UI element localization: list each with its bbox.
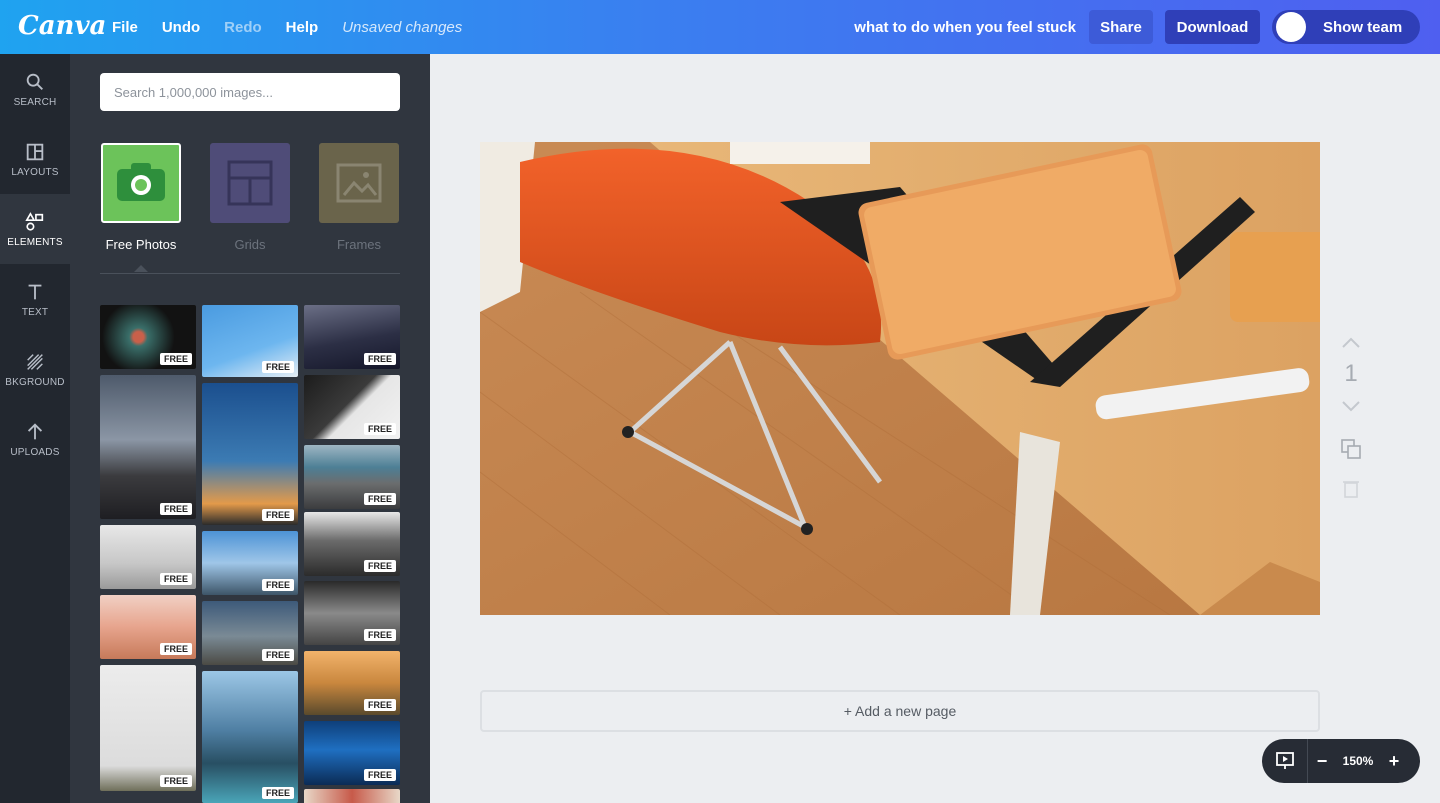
category-label: Grids [234,237,266,252]
photo-thumbnail[interactable]: FREE [100,665,196,791]
rail-item-elements[interactable]: ELEMENTS [0,194,70,264]
duplicate-page-icon[interactable] [1340,438,1362,460]
free-badge: FREE [363,699,396,711]
redo-button[interactable]: Redo [224,19,262,36]
zoom-out-button[interactable]: − [1308,751,1336,772]
uploads-icon [27,422,43,439]
canva-logo[interactable]: Canva [18,11,106,41]
move-down-icon[interactable] [1340,400,1362,414]
save-status: Unsaved changes [342,18,463,36]
free-badge: FREE [261,649,294,661]
share-button[interactable]: Share [1089,10,1153,44]
rail-item-uploads[interactable]: UPLOADS [0,404,70,474]
photo-thumbnail[interactable]: FREE [304,375,400,439]
photo-thumbnail[interactable]: FREE [100,525,196,589]
add-new-page-button[interactable]: + Add a new page [480,690,1320,732]
background-icon [27,353,43,370]
top-bar: Canva File Undo Redo Help Unsaved change… [0,0,1440,54]
free-badge: FREE [363,629,396,641]
layouts-icon [26,143,44,160]
free-badge: FREE [363,769,396,781]
category-label: Free Photos [105,237,177,252]
text-icon [28,284,42,299]
photo-thumbnail[interactable]: FREE [100,375,196,519]
photo-thumbnail[interactable]: FREE [202,601,298,665]
zoom-level[interactable]: 150% [1336,754,1380,768]
elements-panel: Free Photos Grids Frames FREE FREE FREE … [70,54,430,803]
active-category-indicator [100,265,182,274]
rail-item-search[interactable]: SEARCH [0,54,70,124]
photo-thumbnail[interactable]: FREE [202,383,298,525]
rail-label-elements: ELEMENTS [7,236,63,248]
image-search-input[interactable] [100,73,400,111]
photo-thumbnail[interactable]: FREE [202,671,298,803]
present-icon [1275,752,1294,769]
photo-thumbnail[interactable]: FREE [304,305,400,369]
free-photos-tile [101,143,181,223]
rail-item-text[interactable]: TEXT [0,264,70,334]
free-badge: FREE [261,579,294,591]
grids-tile [210,143,290,223]
free-badge: FREE [261,361,294,373]
category-free-photos[interactable]: Free Photos [100,143,182,252]
free-badge: FREE [363,423,396,435]
rail-label-uploads: UPLOADS [10,446,60,458]
free-badge: FREE [363,560,396,572]
page-controls [1336,335,1366,349]
move-up-icon[interactable] [1340,335,1362,349]
search-icon [26,73,43,90]
category-frames[interactable]: Frames [318,143,400,252]
desk-photo [480,142,1320,615]
camera-icon [117,163,165,201]
file-menu[interactable]: File [112,19,138,36]
free-badge: FREE [159,775,192,787]
free-badge: FREE [261,787,294,799]
team-avatar [1276,12,1306,42]
rail-item-layouts[interactable]: LAYOUTS [0,124,70,194]
undo-button[interactable]: Undo [162,19,200,36]
main-menu: File Undo Redo Help Unsaved changes [112,0,462,54]
help-menu[interactable]: Help [286,19,319,36]
free-badge: FREE [159,353,192,365]
download-button[interactable]: Download [1165,10,1260,44]
zoom-controls: − 150% + [1262,739,1420,783]
rail-label-search: SEARCH [13,96,57,108]
design-canvas[interactable] [480,142,1320,615]
free-badge: FREE [363,493,396,505]
rail-item-background[interactable]: BKGROUND [0,334,70,404]
frame-icon [336,163,382,203]
free-badge: FREE [159,503,192,515]
show-team-label: Show team [1323,18,1403,36]
document-title[interactable]: what to do when you feel stuck [854,0,1076,54]
page-number: 1 [1344,360,1358,387]
photo-thumbnail[interactable]: FREE [202,531,298,595]
photo-thumbnail[interactable]: FREE [304,651,400,715]
category-label: Frames [336,237,382,252]
side-rail: SEARCH LAYOUTS ELEMENTS TEXT BKGROUND UP… [0,54,70,803]
elements-icon [25,211,44,231]
zoom-in-button[interactable]: + [1380,751,1408,772]
rail-label-layouts: LAYOUTS [11,166,59,178]
free-badge: FREE [261,509,294,521]
photo-thumbnail[interactable]: FREE [304,581,400,645]
photo-thumbnail[interactable]: FREE [304,445,400,509]
free-badge: FREE [363,353,396,365]
free-badge: FREE [159,573,192,585]
photo-thumbnail[interactable]: FREE [100,305,196,369]
delete-page-icon[interactable] [1342,478,1360,498]
photo-thumbnail[interactable]: FREE [304,512,400,576]
grid-icon [227,160,273,206]
free-badge: FREE [159,643,192,655]
show-team-button[interactable]: Show team [1272,10,1420,44]
category-grids[interactable]: Grids [209,143,291,252]
rail-label-background: BKGROUND [5,376,65,388]
frames-tile [319,143,399,223]
photo-thumbnail[interactable]: FREE [100,595,196,659]
photo-thumbnail[interactable]: FREE [304,721,400,785]
photo-thumbnail[interactable]: FREE [202,305,298,377]
present-button[interactable] [1262,739,1308,783]
photo-thumbnail[interactable] [304,789,400,803]
rail-label-text: TEXT [21,306,49,318]
